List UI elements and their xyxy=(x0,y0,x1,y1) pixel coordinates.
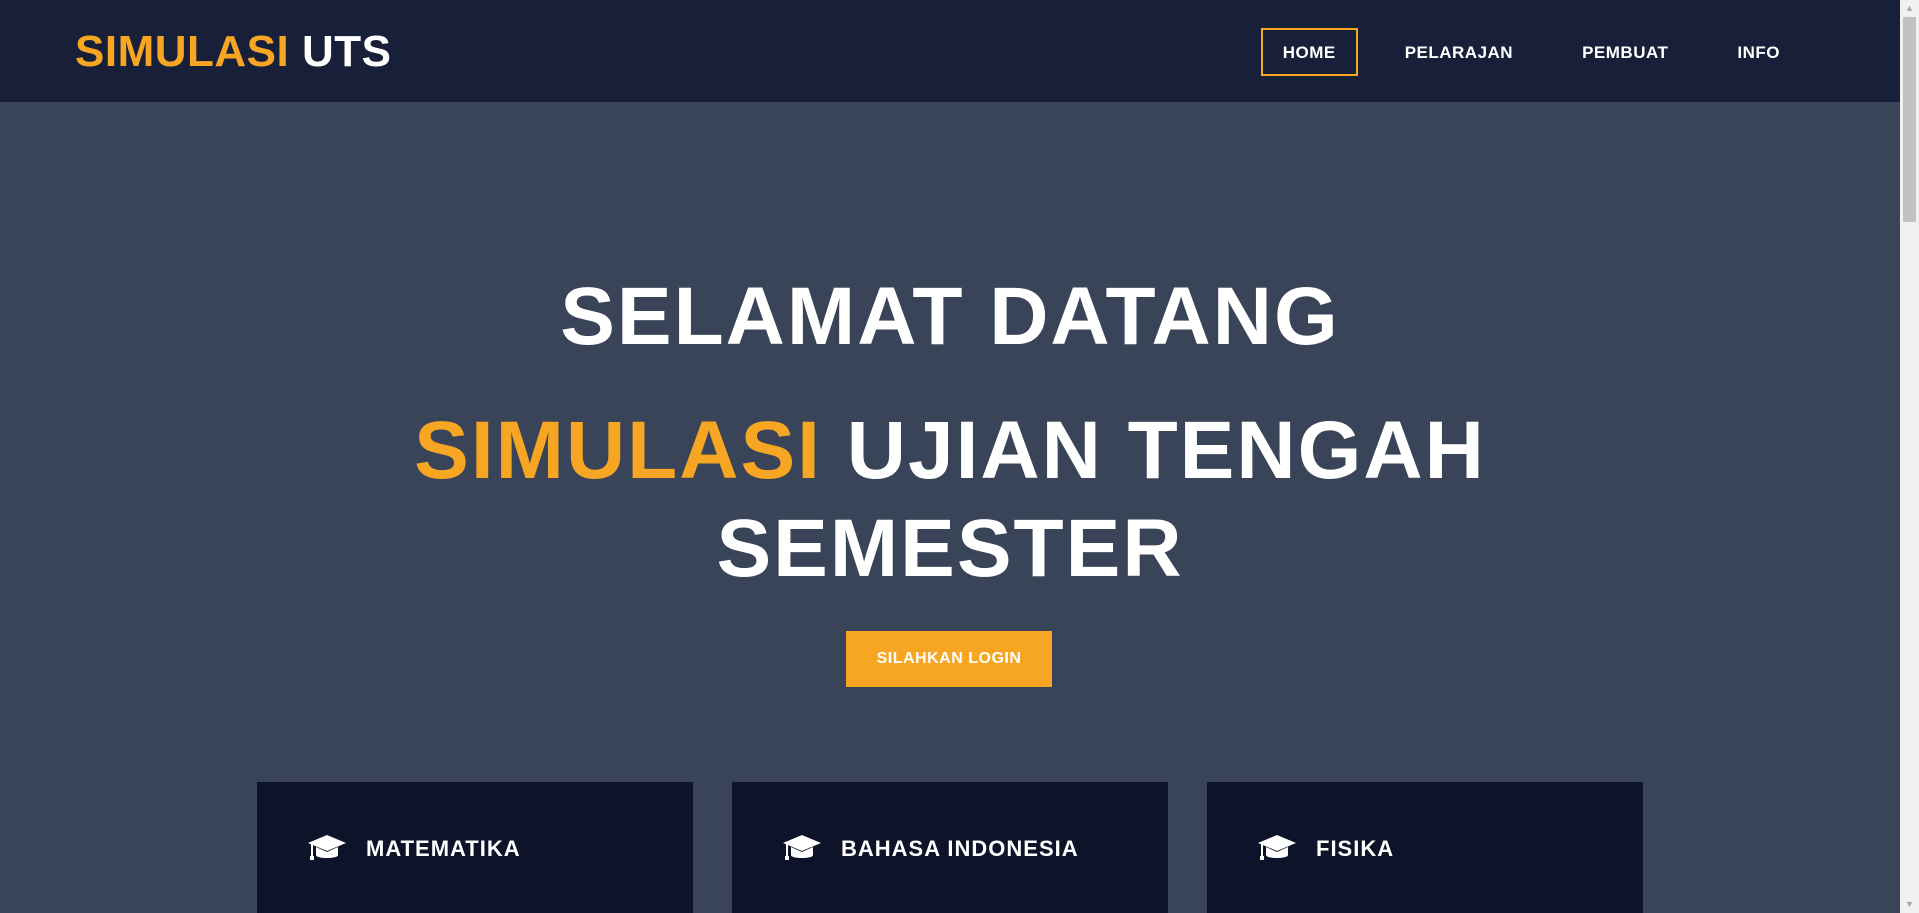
card-label: MATEMATIKA xyxy=(366,836,521,861)
hero-title-line-2: SEMESTER xyxy=(716,503,1184,594)
hero-title-line-1: SIMULASI UJIAN TENGAH xyxy=(0,402,1900,500)
nav-menu: HOME PELARAJAN PEMBUAT INFO xyxy=(1236,28,1802,76)
nav-item-pelarajan[interactable]: PELARAJAN xyxy=(1383,28,1535,76)
nav-item-info[interactable]: INFO xyxy=(1715,28,1802,76)
card-matematika[interactable]: MATEMATIKA xyxy=(257,782,693,913)
hero-title-accent: SIMULASI xyxy=(414,405,822,496)
vertical-scrollbar[interactable]: ▲ ▼ xyxy=(1900,0,1919,913)
brand-accent-text: SIMULASI xyxy=(75,27,290,76)
navbar: SIMULASI UTS HOME PELARAJAN PEMBUAT INFO xyxy=(0,0,1900,102)
page: SIMULASI UTS HOME PELARAJAN PEMBUAT INFO… xyxy=(0,0,1900,913)
hero-welcome-heading: SELAMAT DATANG xyxy=(560,271,1340,362)
card-label: FISIKA xyxy=(1316,836,1395,861)
scroll-down-arrow-icon[interactable]: ▼ xyxy=(1900,896,1919,913)
graduation-cap-icon xyxy=(308,835,346,860)
hero-title: SIMULASI UJIAN TENGAH SEMESTER xyxy=(0,402,1900,598)
card-fisika[interactable]: FISIKA xyxy=(1207,782,1643,913)
card-bahasa-indonesia[interactable]: BAHASA INDONESIA xyxy=(732,782,1168,913)
graduation-cap-icon xyxy=(1258,835,1296,860)
scrollbar-thumb[interactable] xyxy=(1903,17,1916,222)
scroll-up-arrow-icon[interactable]: ▲ xyxy=(1900,0,1919,17)
brand-rest-text: UTS xyxy=(301,27,392,76)
hero-title-line1-rest: UJIAN TENGAH xyxy=(846,405,1486,496)
graduation-cap-icon xyxy=(783,835,821,860)
nav-item-pembuat[interactable]: PEMBUAT xyxy=(1560,28,1690,76)
login-button[interactable]: SILAHKAN LOGIN xyxy=(846,631,1052,687)
nav-item-home[interactable]: HOME xyxy=(1260,28,1358,76)
brand-logo[interactable]: SIMULASI UTS xyxy=(75,24,391,80)
card-label: BAHASA INDONESIA xyxy=(841,836,1079,861)
